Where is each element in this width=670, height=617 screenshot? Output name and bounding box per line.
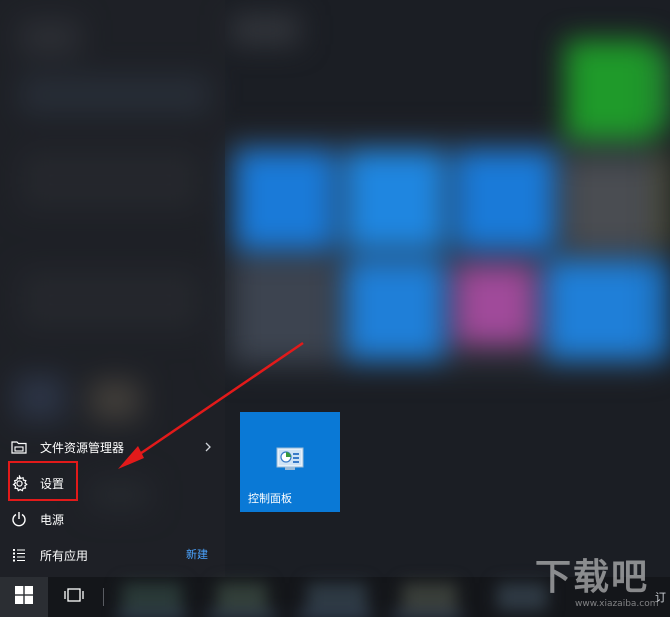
tray-text: 订 [655,591,666,604]
task-view-button[interactable] [50,577,98,617]
windows-logo-icon [15,586,33,608]
taskbar: 订 [0,577,670,617]
control-panel-icon [276,447,304,471]
gear-icon [10,474,28,492]
taskbar-separator [103,588,104,606]
menu-item-label: 设置 [40,476,65,491]
menu-item-label: 所有应用 [40,548,89,563]
power-icon [10,510,28,528]
menu-item-label: 文件资源管理器 [40,440,125,455]
start-menu-screen: 文件资源管理器 设置 电源 所有应用 新建 控制面板 订 下载吧 www.xia… [0,0,670,617]
taskbar-apps-blurred [112,577,652,617]
list-icon [10,546,28,564]
task-view-icon [64,587,84,607]
tile-control-panel[interactable]: 控制面板 [240,412,340,512]
menu-item-label: 电源 [40,512,65,527]
menu-item-file-explorer[interactable]: 文件资源管理器 [10,432,215,462]
start-button[interactable] [0,577,48,617]
tile-label: 控制面板 [248,492,292,505]
chevron-right-icon[interactable] [201,440,215,454]
file-explorer-icon [10,438,28,456]
menu-item-settings[interactable]: 设置 [10,468,80,498]
menu-item-power[interactable]: 电源 [10,504,130,534]
new-badge: 新建 [186,548,208,561]
menu-item-all-apps[interactable]: 所有应用 [10,540,215,570]
